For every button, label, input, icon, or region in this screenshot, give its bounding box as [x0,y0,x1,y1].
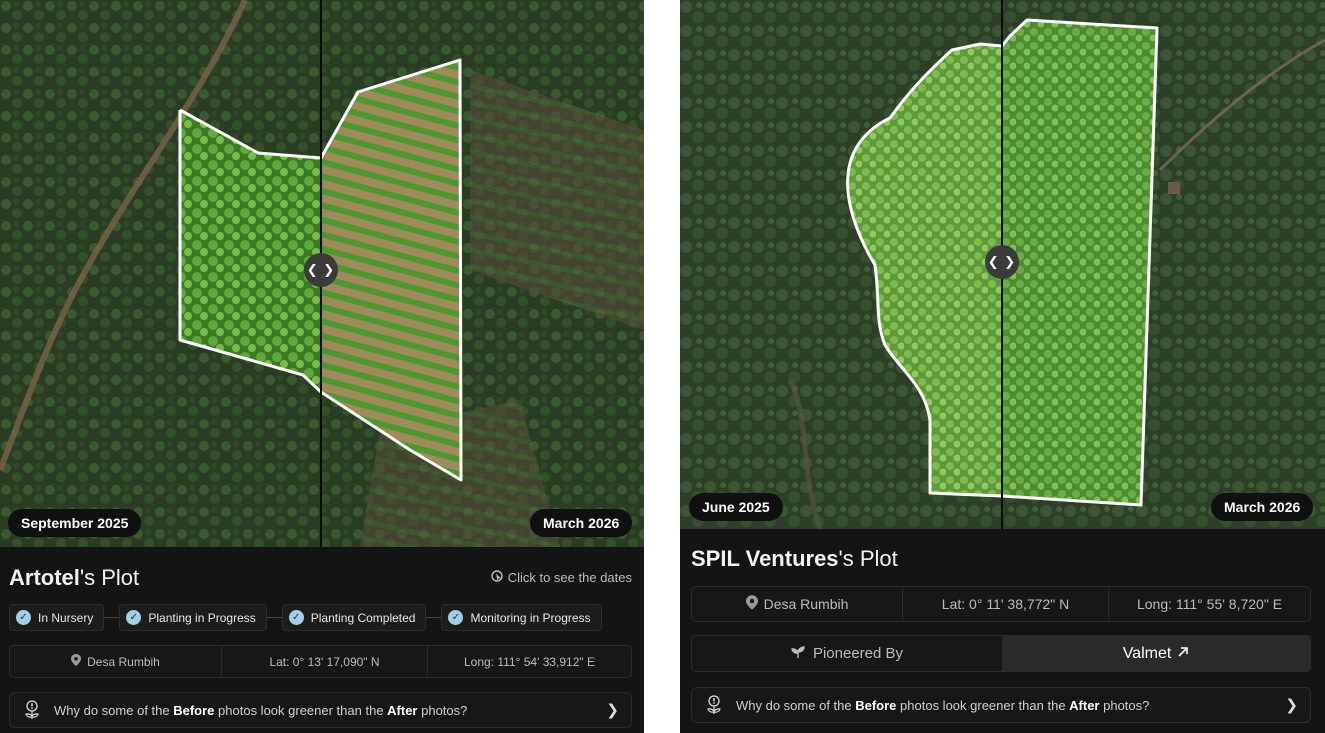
faq-middle: photos look greener than the [896,697,1070,713]
pioneered-by-row: Pioneered By Valmet [691,635,1311,672]
step-connector [266,617,282,618]
latitude-cell: Lat: 0° 13' 17,090" N [222,646,428,677]
location-cell: Desa Rumbih [10,646,222,677]
location-cell: Desa Rumbih [692,587,903,621]
plot-owner-name: SPIL Ventures [691,546,839,571]
faq-greener-photos[interactable]: Why do some of the Before photos look gr… [9,692,632,728]
after-date-badge: March 2026 [530,509,633,537]
faq-after: After [387,702,418,718]
check-circle-icon: ✓ [288,610,304,625]
plot-title: Artotel's Plot [9,565,139,591]
progress-steps: ✓ In Nursery ✓ Planting in Progress ✓ Plant… [9,604,602,631]
latitude-cell: Lat: 0° 11' 38,772" N [903,587,1109,621]
chevron-right-icon: ❯ [1285,697,1298,714]
plant-info-icon [22,700,42,720]
before-date-badge: September 2025 [8,509,142,537]
plot-card-spil-ventures: ❮ ❯ June 2025 March 2026 SPIL Ventures's… [680,0,1325,733]
location-text: Desa Rumbih [87,654,160,669]
step-label: Planting in Progress [148,610,256,625]
plot-title-suffix: 's Plot [838,546,898,571]
plot-card-artotel: ❮ ❯ September 2025 March 2026 Artotel's … [0,0,644,733]
map-pin-icon [71,654,82,669]
compare-arrows-icon[interactable]: ❮ ❯ [985,245,1019,279]
step-planting-completed: ✓ Planting Completed [281,604,427,631]
faq-greener-photos[interactable]: Why do some of the Before photos look gr… [691,687,1311,723]
faq-text: Why do some of the Before photos look gr… [54,703,467,718]
chevron-right-icon: ❯ [606,702,619,719]
longitude-cell: Long: 111° 54' 33,912" E [463,654,595,669]
before-date-badge: June 2025 [689,493,783,521]
step-label: Monitoring in Progress [470,610,591,625]
step-monitoring-in-progress: ✓ Monitoring in Progress [441,604,602,631]
plot-title-suffix: 's Plot [79,565,140,590]
pioneered-by-label: Pioneered By [692,636,1002,671]
arrow-up-right-icon [1177,645,1189,663]
faq-before: Before [855,697,897,713]
faq-suffix: photos? [417,702,468,718]
plot-title: SPIL Ventures's Plot [691,546,898,572]
step-connector [104,617,120,618]
faq-prefix: Why do some of the [736,697,856,713]
faq-after: After [1069,697,1100,713]
check-circle-icon: ✓ [126,610,142,625]
plant-info-icon [704,695,724,715]
location-row: Desa Rumbih Lat: 0° 13' 17,090" N Long: … [9,645,632,678]
faq-text: Why do some of the Before photos look gr… [736,698,1149,713]
longitude-cell: Long: 111° 55' 8,720" E [1136,596,1283,612]
date-hint-text: Click to see the dates [507,570,632,585]
date-hint[interactable]: Click to see the dates [490,569,632,586]
check-circle-icon: ✓ [448,610,464,625]
step-label: In Nursery [38,610,94,625]
faq-middle: photos look greener than the [214,702,388,718]
cursor-click-icon [490,569,504,586]
plot-owner-name: Artotel [9,565,80,590]
compare-arrows-icon[interactable]: ❮ ❯ [304,253,338,287]
faq-before: Before [173,702,215,718]
plot-info-panel: Artotel's Plot Click to see the dates ✓ I… [0,547,644,733]
pioneer-name: Valmet [1122,644,1172,662]
faq-suffix: photos? [1099,697,1150,713]
step-label: Planting Completed [310,610,416,625]
map-pin-icon [745,595,758,613]
check-circle-icon: ✓ [16,610,31,625]
step-connector [426,617,442,618]
sprout-icon [791,645,805,663]
step-planting-in-progress: ✓ Planting in Progress [119,604,267,631]
location-row: Desa Rumbih Lat: 0° 11' 38,772" N Long: … [691,586,1311,622]
faq-prefix: Why do some of the [54,702,174,718]
plot-info-panel: SPIL Ventures's Plot Desa Rumbih Lat: 0°… [680,529,1325,733]
after-date-badge: March 2026 [1211,493,1314,521]
step-in-nursery: ✓ In Nursery [9,604,105,631]
location-text: Desa Rumbih [763,596,849,612]
pioneer-link-button[interactable]: Valmet [1002,636,1310,671]
pioneered-by-text: Pioneered By [812,645,904,662]
